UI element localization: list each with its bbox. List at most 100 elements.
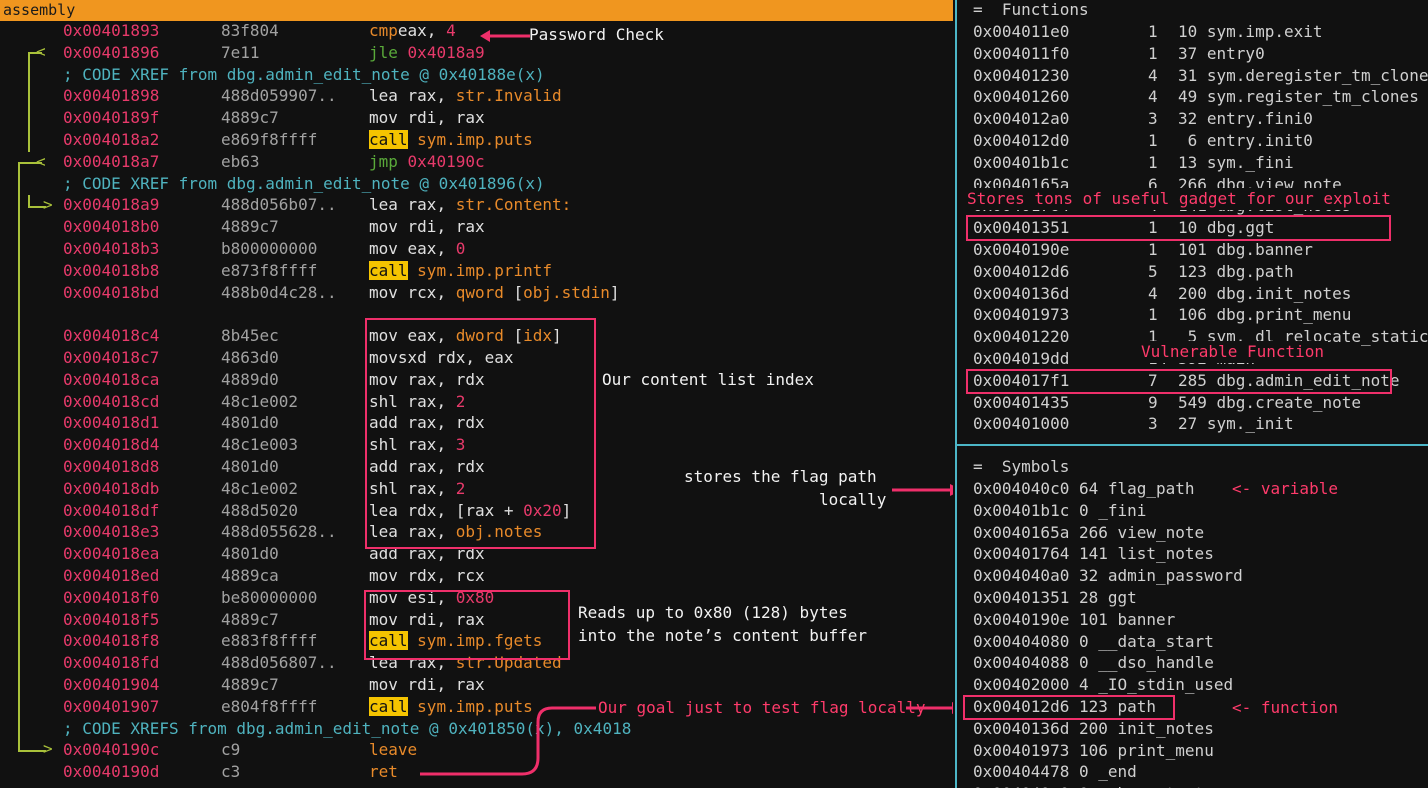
function-row[interactable]: 0x00401973 1 106 dbg.print_menu [973, 304, 1428, 326]
asm-line[interactable]: 0x00401898 488d059907.. lea rax, str.Inval… [0, 85, 953, 107]
asm-line[interactable]: 0x004018a9 488d056b07.. lea rax, str.Conte… [0, 194, 953, 216]
operand: rdi, rax [397, 108, 485, 128]
symbol-row[interactable]: 0x00404478 0 _end [973, 761, 1137, 783]
function-row[interactable]: 0x004011e0 1 10 sym.imp.exit [973, 21, 1428, 43]
symbol-row[interactable]: 0x004040c0 0 __bss_start [973, 783, 1204, 788]
address: 0x004018ca [63, 369, 160, 389]
asm-line[interactable]: 0x004018ed 4889ca mov rdx, rcx [0, 565, 953, 587]
jump-arrow-glyph-2: < [36, 152, 46, 171]
opcode-bytes: eb63 [221, 151, 260, 171]
operand [398, 43, 408, 62]
function-row[interactable]: 0x00401230 4 31 sym.deregister_tm_clones [973, 65, 1428, 87]
operand: 0x40190c [407, 151, 485, 171]
opcode-bytes: e804f8ffff [221, 696, 318, 716]
asm-line[interactable]: 0x004018b3 b800000000 mov eax, 0 [0, 238, 953, 260]
jump-arrow-glyph-4: > [43, 739, 53, 758]
operand [398, 152, 408, 171]
function-size-name: 10 sym.imp.exit [1178, 22, 1323, 41]
symbol-row[interactable]: 0x00402000 4 _IO_stdin_used [973, 674, 1233, 696]
address: 0x004018e3 [63, 522, 160, 542]
flag-path-label-line2: locally [819, 490, 887, 509]
opcode-bytes: 4801d0 [221, 413, 279, 433]
mnemonic: mov [369, 566, 398, 585]
assembly-pane: assembly 0x00401893 83f804 cmpeax, 4 0x0040… [0, 0, 953, 788]
opcode-bytes: e873f8ffff [221, 260, 318, 280]
asm-line[interactable]: 0x00401896 7e11 jle 0x4018a9 [0, 42, 953, 64]
address: 0x004018b0 [63, 217, 160, 237]
symbol-row[interactable]: 0x00404088 0 __dso_handle [973, 652, 1214, 674]
function-row[interactable]: 0x00401260 4 49 sym.register_tm_clones [973, 86, 1428, 108]
function-row[interactable]: 0x004011f0 1 37 entry0 [973, 43, 1428, 65]
function-row[interactable]: 0x004012d0 1 6 entry.init0 [973, 130, 1428, 152]
opcode-bytes: 488b0d4c28.. [221, 282, 337, 302]
function-row[interactable]: 0x0040136d 4 200 dbg.init_notes [973, 283, 1428, 305]
function-row[interactable]: 0x00401435 9 549 dbg.create_note [973, 392, 1428, 414]
opcode-bytes: c9 [221, 740, 241, 760]
xref-comment[interactable]: ; CODE XREF from dbg.admin_edit_note @ 0… [0, 173, 953, 195]
flag-path-label-line1: stores the flag path [684, 467, 877, 486]
symbol-row[interactable]: 0x00401973 106 print_menu [973, 740, 1214, 762]
operand: 0x4018a9 [407, 42, 485, 62]
asm-line[interactable]: 0x00401893 83f804 cmpeax, 4 [0, 20, 953, 42]
function-size-name: 106 dbg.print_menu [1178, 305, 1352, 325]
asm-line[interactable]: 0x004018b0 4889c7 mov rdi, rax [0, 216, 953, 238]
instruction: mov eax, 0 [369, 238, 465, 260]
instruction: mov rdi, rax [369, 216, 485, 238]
function-blocks: 4 [1148, 65, 1158, 85]
function-row[interactable]: 0x0040190e 1 101 dbg.banner [973, 239, 1428, 261]
function-address: 0x00401b1c [973, 152, 1070, 172]
mnemonic: cmp [369, 21, 398, 40]
instruction: call sym.imp.printf [369, 260, 552, 282]
function-row[interactable]: 0x00401b1c 1 13 sym._fini [973, 152, 1428, 174]
mnemonic: jle [369, 42, 398, 62]
symbol-row[interactable]: 0x00404080 0 __data_start [973, 631, 1214, 653]
asm-line[interactable]: 0x004018b8 e873f8ffff call sym.imp.printf [0, 260, 953, 282]
xref-comment[interactable]: ; CODE XREF from dbg.admin_edit_note @ 0… [0, 64, 953, 86]
opcode-bytes: 488d5020 [221, 500, 299, 520]
symbol-row[interactable]: 0x0040136d 200 init_notes [973, 718, 1214, 740]
gadget-label: Stores tons of useful gadget for our exp… [967, 188, 1397, 210]
function-blocks: 1 [1148, 152, 1158, 172]
symbol-row[interactable]: 0x0040165a 266 view_note [973, 522, 1204, 544]
symbol-row[interactable]: 0x00401351 28 ggt [973, 587, 1137, 609]
symbol-row[interactable]: 0x00401b1c 0 _fini [973, 500, 1146, 522]
mnemonic: mov [369, 108, 398, 128]
xref-text: ; CODE XREF from dbg.admin_edit_note @ 0… [63, 64, 545, 84]
address: 0x004018bd [63, 282, 160, 302]
function-size-name: 549 dbg.create_note [1178, 392, 1362, 412]
asm-line[interactable]: 0x0040189f 4889c7 mov rdi, rax [0, 107, 953, 129]
mnemonic: lea [369, 195, 398, 215]
asm-line[interactable]: 0x004018bd 488b0d4c28.. mov rcx, qword [ob… [0, 282, 953, 304]
symbol-row[interactable]: 0x004040c0 64 flag_path [973, 478, 1195, 500]
highlight-box-ggt [966, 215, 1391, 241]
mnemonic: call [369, 696, 408, 716]
symbol-row[interactable]: 0x0040190e 101 banner [973, 609, 1175, 631]
function-row[interactable]: 0x004012d6 5 123 dbg.path [973, 261, 1428, 283]
function-blocks: 1 [1148, 131, 1158, 150]
function-address: 0x004011f0 [973, 43, 1070, 63]
symbol-row[interactable]: 0x004040a0 32 admin_password [973, 565, 1243, 587]
asm-line[interactable]: 0x004018a2 e869f8ffff call sym.imp.puts [0, 129, 953, 151]
mnemonic: call [369, 130, 408, 149]
asm-line[interactable]: 0x00401904 4889c7 mov rdi, rax [0, 674, 953, 696]
mnemonic: lea [369, 86, 398, 106]
opcode-bytes: e883f8ffff [221, 631, 318, 651]
operand: rax, [397, 86, 456, 106]
function-row[interactable]: 0x00401000 3 27 sym._init [973, 413, 1428, 435]
highlight-box-admin-edit-note [966, 369, 1392, 394]
address: 0x004018ea [63, 544, 160, 564]
function-address: 0x004019dd [973, 349, 1070, 368]
instruction: ret [369, 761, 398, 783]
instruction: call sym.imp.puts [369, 129, 533, 151]
operand: eax, [397, 21, 447, 40]
opcode-bytes: 488d056807.. [221, 653, 337, 673]
symbol-row[interactable]: 0x00401764 141 list_notes [973, 543, 1214, 565]
asm-line[interactable]: 0x004018a7 eb63 jmp 0x40190c [0, 151, 953, 173]
operand: [ [503, 282, 524, 302]
address: 0x004018b8 [63, 260, 160, 280]
reads-label-line1: Reads up to 0x80 (128) bytes [578, 603, 848, 622]
instruction: mov rdi, rax [369, 674, 485, 696]
function-row[interactable]: 0x004012a0 3 32 entry.fini0 [973, 108, 1428, 130]
function-blocks: 9 [1148, 392, 1158, 412]
goal-arrow [420, 706, 596, 776]
